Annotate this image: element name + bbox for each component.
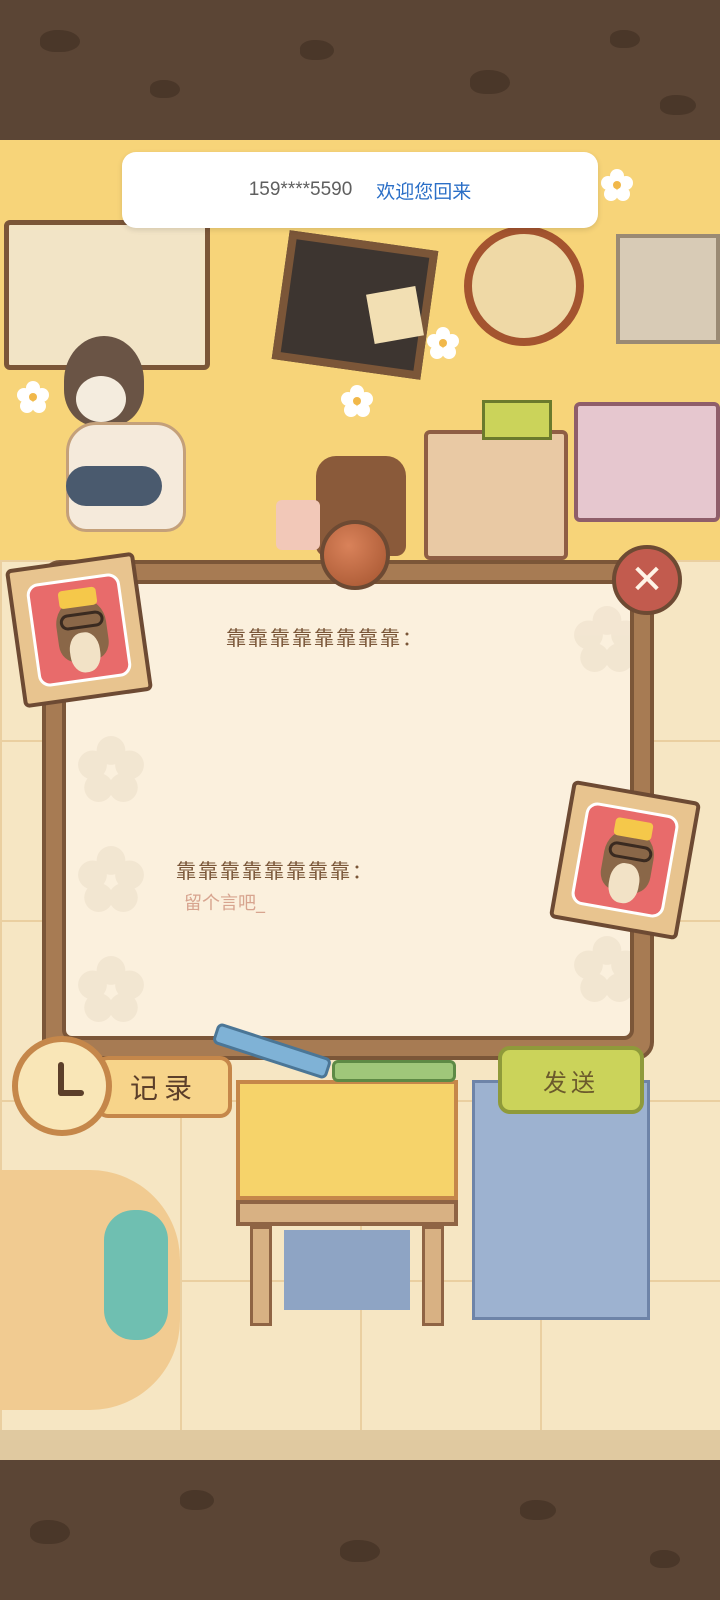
avatar-icon xyxy=(25,571,133,689)
paper-flower xyxy=(78,956,144,1022)
otter-character xyxy=(56,336,196,536)
send-button[interactable]: 发送 xyxy=(498,1046,644,1114)
close-icon: ✕ xyxy=(630,557,664,603)
drawer-cabinet xyxy=(424,430,568,560)
blue-curtain xyxy=(472,1080,650,1320)
wall-clock xyxy=(464,226,584,346)
plant-pot xyxy=(276,500,320,550)
wall-flower xyxy=(341,385,373,417)
green-pencil-decoration xyxy=(332,1060,456,1082)
bottom-border xyxy=(0,1460,720,1600)
paper-flower xyxy=(78,736,144,802)
board-knob xyxy=(320,520,390,590)
paper-flower xyxy=(78,846,144,912)
table xyxy=(236,1080,458,1340)
record-label: 记录 xyxy=(129,1072,198,1105)
wall-flower xyxy=(427,327,459,359)
send-label: 发送 xyxy=(543,1068,599,1097)
top-border xyxy=(0,0,720,140)
wall-flower xyxy=(17,381,49,413)
record-button[interactable]: 记录 xyxy=(12,1036,232,1136)
wall-note xyxy=(366,286,424,344)
sender-avatar-card xyxy=(4,551,154,709)
candy xyxy=(104,1210,168,1340)
clock-icon xyxy=(12,1036,112,1136)
toast-phone: 159****5590 xyxy=(248,179,353,200)
message-input[interactable] xyxy=(184,888,544,918)
receiver-avatar-card xyxy=(548,779,702,941)
floor-edge xyxy=(0,1430,720,1460)
sender-label: 靠靠靠靠靠靠靠靠： xyxy=(226,626,424,650)
calendar xyxy=(482,400,552,440)
login-toast: 159****5590 欢迎您回来 xyxy=(122,152,598,228)
paper-flower xyxy=(574,606,630,672)
toast-welcome: 欢迎您回来 xyxy=(376,180,472,203)
avatar-icon xyxy=(569,800,681,920)
close-button[interactable]: ✕ xyxy=(612,545,682,615)
wall-flower xyxy=(601,169,633,201)
workbench xyxy=(574,402,720,522)
paper-flower xyxy=(574,936,630,1002)
wall-poster xyxy=(616,234,720,344)
record-label-box: 记录 xyxy=(96,1056,232,1118)
receiver-label: 靠靠靠靠靠靠靠靠： xyxy=(176,859,374,883)
